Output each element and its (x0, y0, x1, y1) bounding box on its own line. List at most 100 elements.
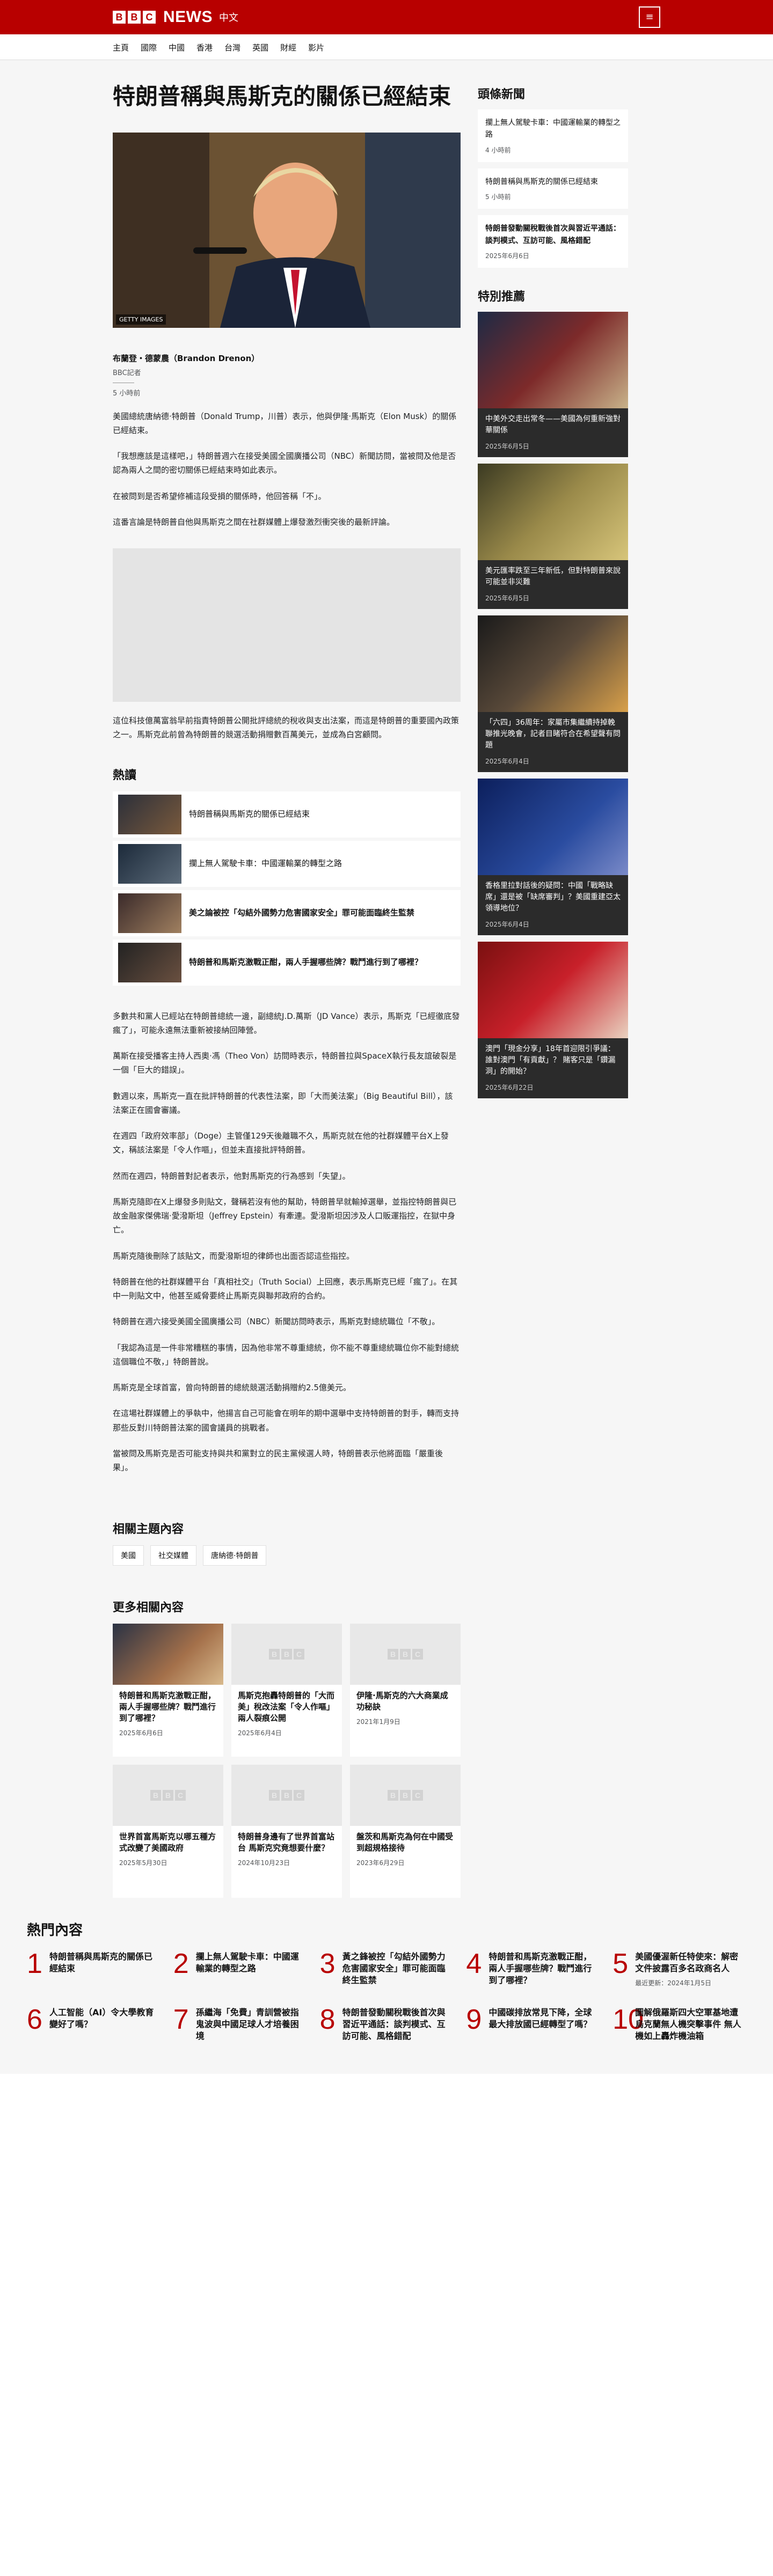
bbc-placeholder-image: BBC (350, 1765, 461, 1826)
top-header: B B C NEWS 中文 ≡ (0, 0, 773, 34)
recommended-card-image (478, 778, 628, 875)
author-role: BBC記者 (113, 369, 141, 377)
recommended-card-image (478, 463, 628, 560)
nav-item-6[interactable]: 財經 (280, 42, 296, 53)
recommended-card[interactable]: 「六四」36周年：家屬市集繼續持掉輓聯推光晚會，記者目睹符合在希望聲有問題 202… (478, 615, 628, 772)
related-card-title: 特朗普身邊有了世界首富站台 馬斯克究竟想要什麼？ (238, 1832, 335, 1853)
logo-letter-c: C (143, 11, 156, 24)
nav-item-4[interactable]: 台灣 (224, 42, 240, 53)
nav-item-5[interactable]: 英國 (252, 42, 268, 53)
related-card[interactable]: B B C 盤茨和馬斯克為何在中國受到超規格接待 2023年6月29日 (350, 1765, 461, 1898)
embedded-media-placeholder (113, 548, 461, 702)
bbc-placeholder-logo: BBC (269, 1649, 304, 1660)
nav-item-0[interactable]: 主頁 (113, 42, 129, 53)
most-read-item[interactable]: 2 攔上無人駕駛卡車：中國運輸業的轉型之路 (173, 1950, 307, 1987)
related-card-title: 伊隆·馬斯克的六大商業成功秘訣 (356, 1691, 448, 1712)
article-paragraph: 「我想應該是這樣吧，」特朗普週六在接受美國全國廣播公司（NBC）新聞訪問，當被問… (113, 451, 456, 475)
related-card-image (113, 1624, 223, 1685)
article-paragraph: 萬斯在接受播客主持人西奧·馮（Theo Von）訪問時表示，特朗普拉與Space… (113, 1051, 457, 1075)
related-card[interactable]: B B C 世界首富馬斯克以哪五種方式改變了美國政府 2025年5月30日 (113, 1765, 223, 1898)
menu-button[interactable]: ≡ (639, 6, 660, 28)
most-read-item[interactable]: 3 黃之鋒被控「勾結外國勢力危害國家安全」罪可能面臨終生監禁 (320, 1950, 454, 1987)
most-read-text: 中國碳排放常見下降，全球最大排放國已經轉型了嗎？ (488, 2007, 600, 2042)
most-read-title: 孫繼海「免費」青訓營被指鬼波與中國足球人才培養困境 (195, 2007, 299, 2041)
bbc-logo-blocks: B B C (113, 11, 156, 24)
recommended-card-image (478, 311, 628, 408)
byline: 布蘭登・德蒙農（Brandon Drenon） BBC記者 5 小時前 (113, 353, 461, 398)
related-card-title: 特朗普和馬斯克激戰正酣，兩人手握哪些牌？戰鬥進行到了哪裡？ (119, 1691, 216, 1723)
placeholder-logo-letter: C (412, 1790, 423, 1801)
most-read-title: 熱門內容 (27, 1922, 83, 1939)
related-card[interactable]: B B C 伊隆·馬斯克的六大商業成功秘訣 2021年1月9日 (350, 1624, 461, 1757)
most-read-item[interactable]: 8 特朗普發動關稅戰後首次與習近平通話：談判模式、互訪可能、風格錯配 (319, 2004, 454, 2042)
nav-item-2[interactable]: 中國 (169, 42, 185, 53)
bbc-placeholder-image: BBC (231, 1624, 342, 1685)
headline-item[interactable]: 特朗普稱與馬斯克的關係已經結束 5 小時前 (478, 168, 628, 209)
bbc-placeholder-logo: BBC (388, 1649, 423, 1660)
menu-icon: ≡ (645, 11, 654, 23)
article-intro: 美國總統唐納德·特朗普（Donald Trump，川普）表示，他與伊隆·馬斯克（… (113, 409, 461, 530)
headline-item-title: 攔上無人駕駛卡車：中國運輸業的轉型之路 (485, 119, 621, 140)
trending-item-title: 攔上無人駕駛卡車：中國運輸業的轉型之路 (189, 858, 342, 869)
trending-title: 熱讀 (113, 768, 137, 782)
recommended-card[interactable]: 香格里拉對話後的疑問：中國「戰略缺席」還是被「缺席審判」？美國重建亞太領導地位？… (478, 778, 628, 935)
bbc-placeholder-image: BBC (113, 1765, 223, 1826)
recommended-card[interactable]: 美元匯率跌至三年新低，但對特朗普來說可能並非災難 2025年6月5日 (478, 463, 628, 609)
topics-title: 相關主題內容 (113, 1523, 184, 1537)
trending-item[interactable]: 攔上無人駕駛卡車：中國運輸業的轉型之路 (113, 840, 461, 887)
nav-item-1[interactable]: 國際 (141, 42, 157, 53)
most-read-item[interactable]: 1 特朗普稱與馬斯克的關係已經結束 (27, 1950, 161, 1987)
headline-item[interactable]: 特朗普發動關稅戰後首次與習近平通話：談判模式、互訪可能、風格錯配 2025年6月6… (478, 215, 628, 268)
recommended-card-date: 2025年6月4日 (485, 920, 529, 928)
placeholder-logo-letter: C (294, 1649, 304, 1660)
bbc-placeholder-logo: BBC (150, 1790, 186, 1801)
most-read-text: 特朗普和馬斯克激戰正酣，兩人手握哪些牌？戰鬥進行到了哪裡？ (488, 1951, 600, 1987)
related-card[interactable]: 特朗普和馬斯克激戰正酣，兩人手握哪些牌？戰鬥進行到了哪裡？ 2025年6月6日 (113, 1624, 223, 1757)
topic-tag[interactable]: 美國 (113, 1545, 144, 1566)
article-paragraph: 特朗普在週六接受美國全國廣播公司（NBC）新聞訪問時表示，馬斯克對總統職位「不敬… (113, 1317, 440, 1327)
most-read-title: 攔上無人駕駛卡車：中國運輸業的轉型之路 (195, 1951, 299, 1974)
recommended-card-date: 2025年6月4日 (485, 757, 529, 765)
article-paragraph: 馬斯克隨即在X上爆發多則貼文，聲稱若沒有他的幫助，特朗普早就輸掉選舉，並指控特朗… (113, 1197, 457, 1235)
related-card-date: 2025年6月6日 (119, 1729, 163, 1737)
brand-language-text: 中文 (219, 12, 238, 24)
nav-item-7[interactable]: 影片 (308, 42, 324, 53)
bbc-news-logo[interactable]: B B C NEWS 中文 (113, 8, 238, 26)
most-read-item[interactable]: 9 中國碳排放常見下降，全球最大排放國已經轉型了嗎？ (466, 2006, 600, 2042)
related-card-title: 盤茨和馬斯克為何在中國受到超規格接待 (356, 1832, 454, 1853)
most-read-rank: 8 (319, 2004, 336, 2036)
most-read-title: 黃之鋒被控「勾結外國勢力危害國家安全」罪可能面臨終生監禁 (342, 1951, 446, 1985)
related-card[interactable]: B B C 特朗普身邊有了世界首富站台 馬斯克究竟想要什麼？ 2024年10月23日 (231, 1765, 342, 1898)
recommended-card-title: 「六四」36周年：家屬市集繼續持掉輓聯推光晚會，記者目睹符合在希望聲有問題 (485, 718, 621, 750)
placeholder-logo-letter: C (175, 1790, 186, 1801)
related-card[interactable]: B B C 馬斯克抱轟特朗普的「大而美」稅改法案「令人作嘔」 兩人裂痕公開 2025年6… (231, 1624, 342, 1757)
recommended-card[interactable]: 澳門「現金分享」18年首迎限引爭議：誰對澳門「有貢獻」？ 賭客只是「鑽漏洞」的開… (478, 941, 628, 1098)
topic-tag[interactable]: 唐納德·特朗普 (203, 1545, 267, 1566)
topic-tag[interactable]: 社交媒體 (150, 1545, 196, 1566)
most-read-text: 特朗普發動關稅戰後首次與習近平通話：談判模式、互訪可能、風格錯配 (342, 2007, 454, 2042)
article: 特朗普稱與馬斯克的關係已經結束 GETTY IMAGES 布蘭登・德蒙農（Bra… (113, 82, 461, 1898)
most-read-title: 特朗普稱與馬斯克的關係已經結束 (49, 1951, 153, 1974)
recommended-card-body: 「六四」36周年：家屬市集繼續持掉輓聯推光晚會，記者目睹符合在希望聲有問題 202… (478, 712, 628, 772)
most-read-item[interactable]: 5 美國優渥新任特使來：解密文件披露百多名政商名人 最近更新：2024年1月5日 (612, 1950, 746, 1987)
most-read-item[interactable]: 6 人工智能（AI）令大學教育變好了嗎？ (27, 2006, 161, 2042)
related-card-date: 2025年5月30日 (119, 1859, 167, 1867)
trending-item[interactable]: 美之論被控「勾結外國勢力危害國家安全」罪可能面臨終生監禁 (113, 890, 461, 936)
most-read-item[interactable]: 10 圖解俄羅斯四大空軍基地遭烏克蘭無人機突擊事件 無人機如上轟炸機油箱 (612, 2006, 746, 2042)
most-read-section: 熱門內容 1 特朗普稱與馬斯克的關係已經結束 2 攔上無人駕駛卡車：中國運輸業的轉型之… (27, 1898, 746, 2074)
recommended-card[interactable]: 中美外交走出常冬——美國為何重新強對華關係 2025年6月5日 (478, 311, 628, 457)
trending-item[interactable]: 特朗普和馬斯克激戰正酣，兩人手握哪些牌？戰鬥進行到了哪裡？ (113, 939, 461, 986)
article-paragraph: 然而在週四，特朗普對記者表示，他對馬斯克的行為感到「失望」。 (113, 1171, 351, 1181)
most-read-item[interactable]: 4 特朗普和馬斯克激戰正酣，兩人手握哪些牌？戰鬥進行到了哪裡？ (466, 1950, 600, 1987)
headline-item-date: 2025年6月6日 (485, 252, 529, 260)
article-headline: 特朗普稱與馬斯克的關係已經結束 (113, 83, 451, 109)
trending-item-title: 特朗普稱與馬斯克的關係已經結束 (189, 809, 310, 819)
headlines-title: 頭條新聞 (478, 88, 526, 101)
trending-item[interactable]: 特朗普稱與馬斯克的關係已經結束 (113, 791, 461, 838)
article-paragraph: 多數共和黨人已經站在特朗普總統一邊，副總統J.D.萬斯（JD Vance）表示，… (113, 1011, 460, 1035)
brand-news-text: NEWS (163, 8, 213, 26)
article-timestamp: 5 小時前 (113, 389, 141, 398)
headline-item[interactable]: 攔上無人駕駛卡車：中國運輸業的轉型之路 4 小時前 (478, 109, 628, 162)
most-read-item[interactable]: 7 孫繼海「免費」青訓營被指鬼波與中國足球人才培養困境 (173, 2006, 307, 2042)
nav-item-3[interactable]: 香港 (196, 42, 213, 53)
